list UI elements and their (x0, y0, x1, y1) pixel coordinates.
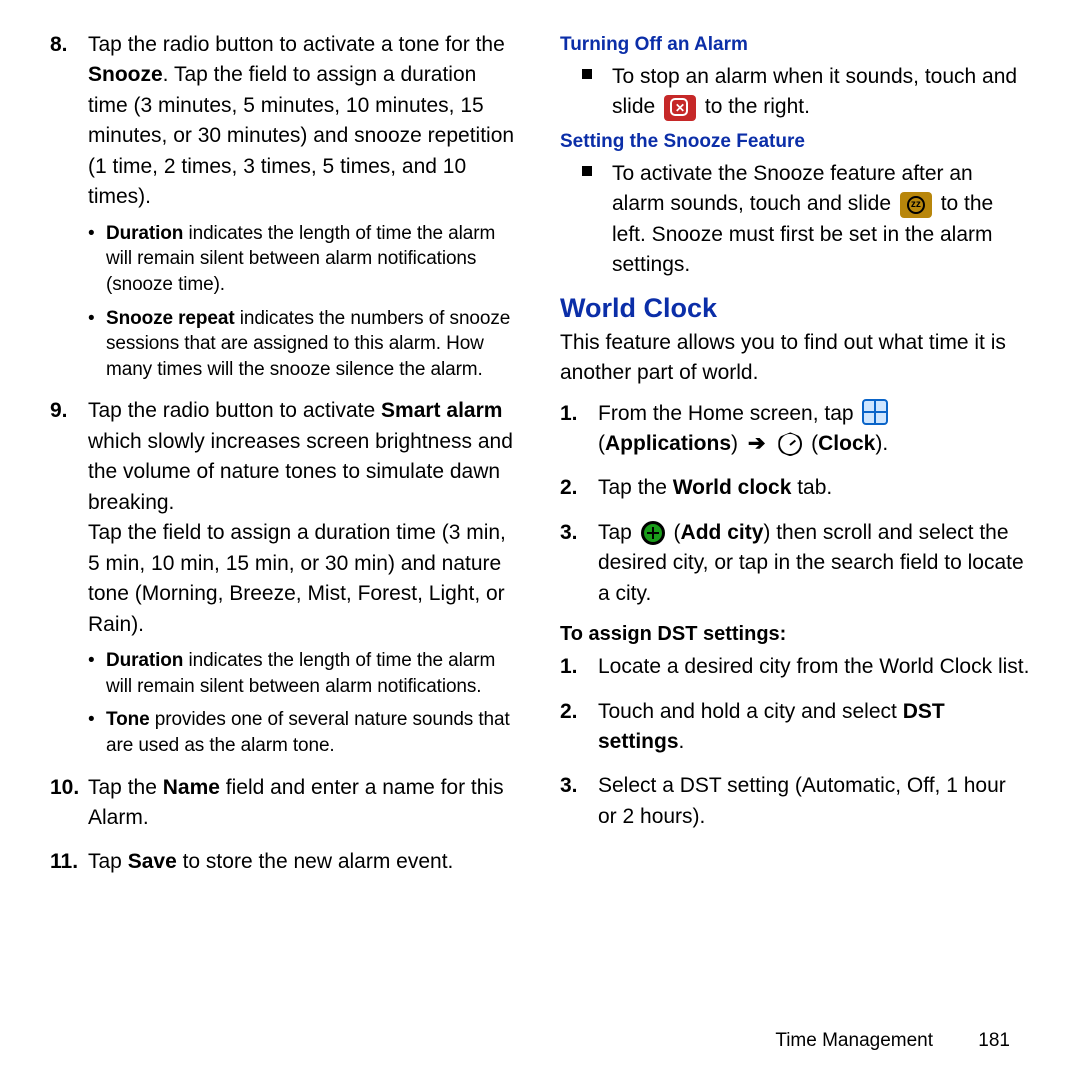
right-column: Turning Off an Alarm To stop an alarm wh… (560, 30, 1030, 892)
heading-turning-off-alarm: Turning Off an Alarm (560, 34, 1030, 56)
step-8-sublist: Duration indicates the length of time th… (88, 221, 520, 383)
text-fragment: Tap (598, 521, 638, 544)
step-9: 9. Tap the radio button to activate Smar… (50, 396, 520, 758)
dst-steps: 1. Locate a desired city from the World … (560, 652, 1030, 832)
left-column: 8. Tap the radio button to activate a to… (50, 30, 520, 892)
step-marker: 2. (560, 473, 578, 503)
step-text: Tap the World clock tab. (598, 476, 832, 499)
arrow-icon: ➔ (748, 432, 766, 455)
snooze-list: To activate the Snooze feature after an … (560, 159, 1030, 281)
wc-step-2: 2. Tap the World clock tab. (560, 473, 1030, 503)
sub-bullet: Duration indicates the length of time th… (88, 648, 520, 699)
step-marker: 11. (50, 847, 78, 877)
step-text: Select a DST setting (Automatic, Off, 1 … (598, 774, 1006, 827)
text-fragment: (Applications) (598, 432, 744, 455)
manual-page: 8. Tap the radio button to activate a to… (0, 0, 1080, 892)
step-9-sublist: Duration indicates the length of time th… (88, 648, 520, 759)
step-marker: 8. (50, 30, 68, 60)
clock-icon (778, 432, 802, 456)
step-10: 10. Tap the Name field and enter a name … (50, 773, 520, 834)
section-title: Time Management (775, 1030, 933, 1051)
page-number: 181 (978, 1030, 1010, 1051)
page-footer: Time Management 181 (775, 1030, 1010, 1052)
dst-step-1: 1. Locate a desired city from the World … (560, 652, 1030, 682)
step-text: Touch and hold a city and select DST set… (598, 700, 945, 753)
step-8: 8. Tap the radio button to activate a to… (50, 30, 520, 382)
step-text: Tap the radio button to activate a tone … (88, 33, 514, 208)
add-city-icon (641, 521, 665, 545)
text-fragment: From the Home screen, tap (598, 402, 859, 425)
dismiss-alarm-icon (664, 95, 696, 121)
text-fragment: (Clock). (811, 432, 888, 455)
snooze-item: To activate the Snooze feature after an … (560, 159, 1030, 281)
step-text: Tap the Name field and enter a name for … (88, 776, 504, 829)
applications-icon (862, 399, 888, 425)
sub-bullet: Snooze repeat indicates the numbers of s… (88, 306, 520, 383)
heading-world-clock: World Clock (560, 293, 1030, 324)
heading-snooze-feature: Setting the Snooze Feature (560, 131, 1030, 153)
sub-bullet: Duration indicates the length of time th… (88, 221, 520, 298)
step-marker: 3. (560, 518, 578, 548)
step-marker: 1. (560, 399, 578, 429)
turning-off-item: To stop an alarm when it sounds, touch a… (560, 62, 1030, 123)
step-text: Tap the radio button to activate Smart a… (88, 399, 513, 635)
step-marker: 10. (50, 773, 79, 803)
dst-step-2: 2. Touch and hold a city and select DST … (560, 697, 1030, 758)
wc-step-3: 3. Tap (Add city) then scroll and select… (560, 518, 1030, 609)
wc-step-1: 1. From the Home screen, tap (Applicatio… (560, 399, 1030, 460)
step-marker: 3. (560, 771, 578, 801)
step-11: 11. Tap Save to store the new alarm even… (50, 847, 520, 877)
alarm-steps-list: 8. Tap the radio button to activate a to… (50, 30, 520, 878)
turning-off-list: To stop an alarm when it sounds, touch a… (560, 62, 1030, 123)
step-marker: 9. (50, 396, 68, 426)
world-clock-intro: This feature allows you to find out what… (560, 328, 1030, 389)
step-text: Tap Save to store the new alarm event. (88, 850, 453, 873)
snooze-icon (900, 192, 932, 218)
dst-step-3: 3. Select a DST setting (Automatic, Off,… (560, 771, 1030, 832)
step-marker: 2. (560, 697, 578, 727)
sub-bullet: Tone provides one of several nature soun… (88, 707, 520, 758)
step-marker: 1. (560, 652, 578, 682)
heading-dst-settings: To assign DST settings: (560, 623, 1030, 646)
world-clock-steps: 1. From the Home screen, tap (Applicatio… (560, 399, 1030, 610)
step-text: Locate a desired city from the World Clo… (598, 655, 1029, 678)
text-fragment: to the right. (705, 95, 810, 118)
